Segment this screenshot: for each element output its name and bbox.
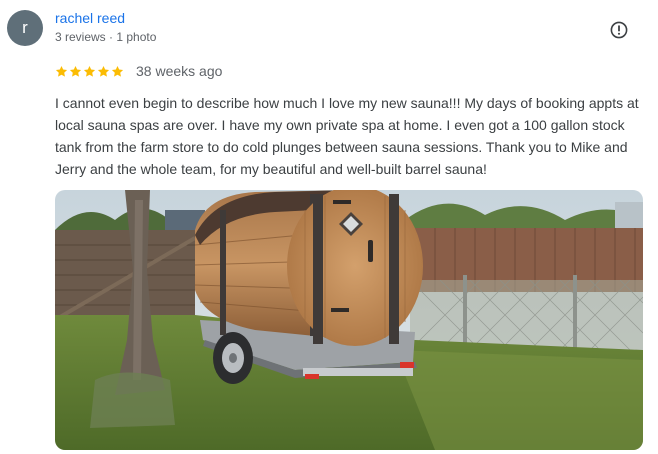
star-icon	[55, 65, 68, 77]
review-text: I cannot even begin to describe how much…	[55, 95, 639, 177]
star-icon	[69, 65, 82, 77]
star-icon	[111, 65, 124, 77]
reviewer-meta: 3 reviews · 1 photo	[55, 30, 157, 44]
sauna-photo-image	[55, 190, 643, 450]
report-review-button[interactable]	[608, 19, 630, 41]
reviewer-name-link[interactable]: rachel reed	[55, 10, 125, 26]
reviewer-avatar[interactable]: r	[7, 10, 43, 46]
star-rating	[55, 65, 124, 78]
rating-row: 38 weeks ago	[55, 62, 222, 80]
star-icon	[83, 65, 96, 77]
review-photo[interactable]	[55, 190, 643, 450]
star-icon	[97, 65, 110, 77]
report-flag-icon	[610, 21, 628, 39]
review-time: 38 weeks ago	[136, 63, 223, 79]
